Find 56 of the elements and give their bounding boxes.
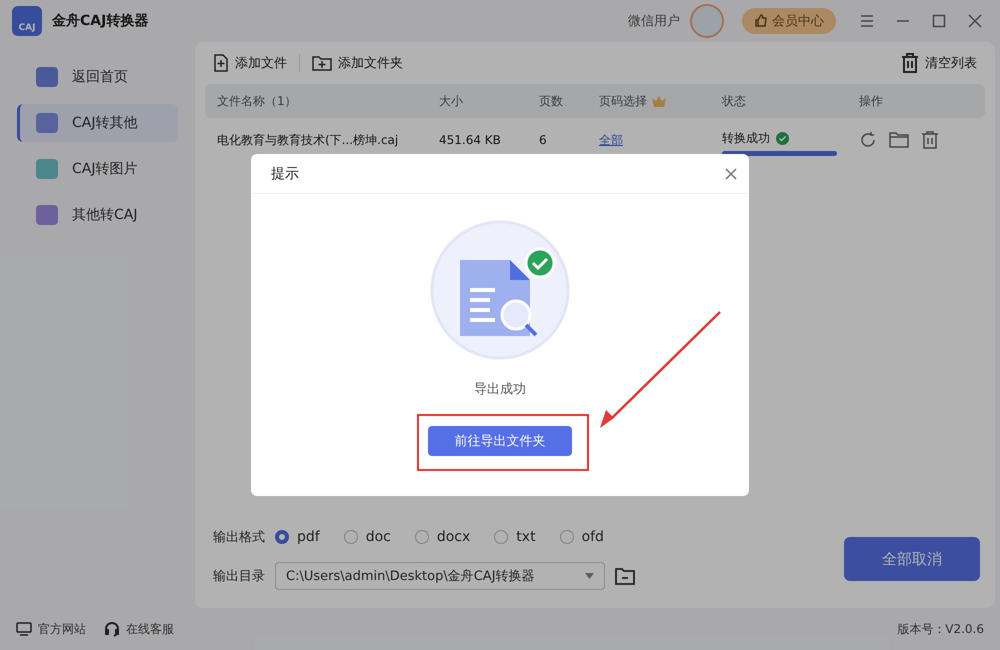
app-title: 金舟CAJ转换器 [52, 12, 148, 30]
radio-button[interactable] [414, 530, 429, 544]
trash-icon[interactable] [921, 131, 939, 149]
close-icon[interactable] [725, 168, 737, 180]
dialog-message: 导出成功 [474, 381, 526, 398]
format-option[interactable]: ofd [560, 529, 604, 545]
column-header: 操作 [859, 92, 884, 110]
crown-icon [651, 95, 667, 107]
sidebar-item[interactable]: 返回首页 [17, 58, 178, 96]
column-header: 状态 [722, 92, 747, 110]
radio-button[interactable] [560, 530, 574, 544]
trash-icon [901, 53, 919, 73]
radio-button[interactable] [275, 530, 289, 544]
open-folder-button[interactable]: 前往导出文件夹 [428, 426, 572, 456]
column-header: 页码选择 [599, 92, 722, 110]
format-option[interactable]: txt [494, 529, 536, 545]
clear-list-button[interactable]: 清空列表 [901, 53, 977, 73]
support-link[interactable]: 在线客服 [104, 620, 174, 638]
sidebar-item[interactable]: CAJ转图片 [17, 150, 178, 188]
vip-button[interactable]: 会员中心 [742, 8, 836, 34]
format-option[interactable]: doc [344, 529, 391, 545]
cancel-all-button[interactable]: 全部取消 [844, 537, 980, 581]
output-dir-select[interactable]: C:\Users\admin\Desktop\金舟CAJ转换器 [275, 562, 605, 590]
caret-icon [585, 573, 594, 579]
monitor-icon [16, 622, 32, 636]
file-size: 451.64 KB [439, 133, 502, 147]
file-name: 电化教育与教育技术(下...榜坤.caj [217, 132, 400, 148]
column-header: 大小 [439, 92, 464, 110]
check-circle-icon [776, 132, 789, 145]
sidebar-item[interactable]: CAJ转其他 [17, 104, 178, 142]
page-range-link[interactable]: 全部 [599, 132, 623, 146]
file-plus-icon [213, 54, 229, 72]
folder-plus-icon [312, 55, 332, 71]
user-name[interactable]: 微信用户 [628, 12, 680, 30]
sidebar-item[interactable]: 其他转CAJ [17, 196, 178, 234]
output-dir-label: 输出目录 [213, 568, 265, 585]
format-option[interactable]: pdf [275, 529, 320, 545]
version-text: 版本号：V2.0.6 [897, 620, 984, 638]
headset-icon [104, 621, 120, 637]
add-folder-button[interactable]: 添加文件夹 [312, 54, 403, 72]
dialog-title: 提示 [271, 164, 299, 182]
column-header: 文件名称（1） [217, 92, 298, 110]
app-logo: CAJ [12, 6, 42, 36]
output-format-label: 输出格式 [213, 529, 265, 546]
page-count: 6 [539, 133, 548, 147]
refresh-icon[interactable] [859, 131, 877, 149]
folder-icon[interactable] [889, 131, 909, 149]
radio-button[interactable] [344, 530, 358, 544]
status-text: 转换成功 [722, 130, 770, 147]
format-option[interactable]: docx [414, 529, 470, 545]
thumb-icon [754, 14, 768, 28]
add-file-button[interactable]: 添加文件 [213, 54, 287, 72]
website-link[interactable]: 官方网站 [16, 620, 86, 638]
radio-button[interactable] [494, 530, 508, 544]
folder-icon[interactable] [615, 568, 635, 584]
column-header: 页数 [539, 92, 564, 110]
